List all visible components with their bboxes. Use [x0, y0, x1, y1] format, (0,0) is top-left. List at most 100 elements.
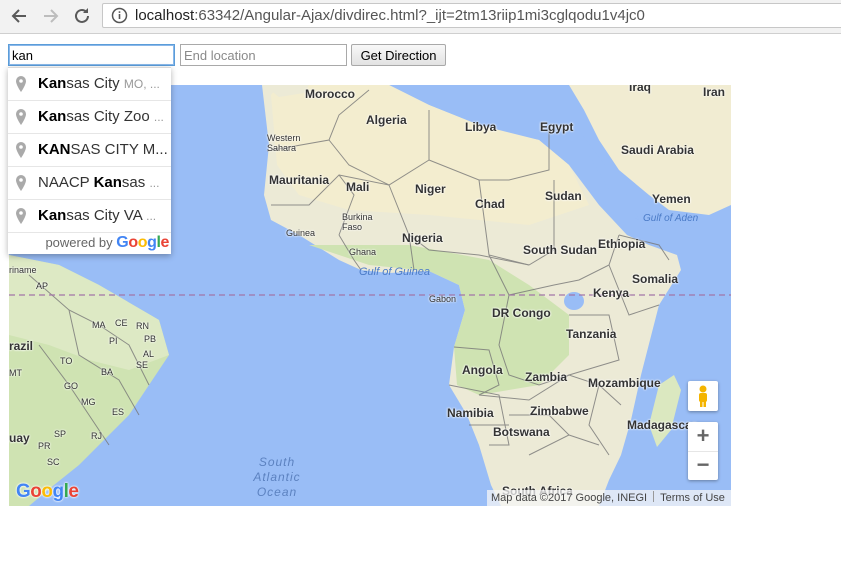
zoom-out-button[interactable]: −	[688, 451, 718, 480]
autocomplete-dropdown: Kansas City MO, ... Kansas City Zoo ... …	[8, 67, 171, 254]
url-text: localhost:63342/Angular-Ajax/divdirec.ht…	[135, 7, 645, 24]
url-host: localhost	[135, 7, 195, 24]
divider	[653, 491, 655, 502]
map-label: Chad	[475, 197, 505, 211]
autocomplete-item[interactable]: Kansas City Zoo ...	[8, 100, 171, 133]
map-label: Gulf of Aden	[643, 213, 699, 224]
map-label: Guinea	[286, 228, 316, 238]
map-pin-icon	[16, 175, 26, 191]
map-label: Morocco	[305, 87, 356, 101]
map-label: Iran	[703, 85, 726, 99]
map-label: uay	[9, 431, 30, 445]
map-label: Iraq	[629, 85, 652, 94]
autocomplete-item-text: Kansas City MO, ...	[38, 75, 160, 92]
map-label: PR	[38, 441, 51, 451]
map-label: Yemen	[652, 192, 691, 206]
map-label: Zambia	[525, 370, 568, 384]
map-label: Algeria	[366, 113, 407, 127]
item-secondary: ...	[146, 209, 157, 223]
map-label: Mauritania	[269, 173, 330, 187]
map-label: Madagascar	[627, 418, 697, 432]
item-rest: sas City VA	[66, 207, 142, 224]
map-label: MT	[9, 368, 22, 378]
map-label: ES	[112, 407, 125, 417]
autocomplete-item-text: Kansas City VA ...	[38, 207, 156, 224]
map-label: Zimbabwe	[530, 404, 589, 418]
map-label: Gabon	[429, 294, 457, 304]
info-icon[interactable]	[111, 7, 128, 24]
map-label: Niger	[415, 182, 446, 196]
reload-icon[interactable]	[71, 5, 93, 27]
map-label: Somalia	[632, 272, 679, 286]
map-attribution: Map data ©2017 Google, INEGI Terms of Use	[487, 490, 731, 506]
map-label: Kenya	[593, 286, 630, 300]
map-label: PI	[109, 336, 118, 346]
zoom-in-button[interactable]: +	[688, 422, 718, 452]
autocomplete-item[interactable]: Kansas City VA ...	[8, 199, 171, 232]
match-text: Kan	[38, 207, 67, 224]
map-label: SC	[47, 457, 60, 467]
match-text: KAN	[38, 141, 71, 158]
forward-arrow-icon[interactable]	[40, 5, 62, 27]
powered-by-google: powered by Google	[8, 232, 171, 254]
powered-by-text: powered by	[45, 235, 113, 250]
map-label: South Sudan	[523, 243, 597, 257]
map-label: Angola	[462, 363, 503, 377]
map-pin-icon	[16, 208, 26, 224]
map-pin-icon	[16, 76, 26, 92]
map-label: razil	[9, 339, 34, 353]
map-label: Sudan	[545, 189, 582, 203]
autocomplete-item[interactable]: NAACP Kansas ...	[8, 166, 171, 199]
map-data-text: Map data ©2017 Google, INEGI	[491, 492, 648, 504]
map-label: MG	[81, 397, 96, 407]
map-label: riname	[9, 265, 37, 275]
item-rest: sas	[121, 174, 146, 191]
ocean-label-line: Atlantic	[253, 470, 301, 484]
street-view-pegman-icon[interactable]	[688, 381, 718, 411]
item-rest: sas City Zoo	[66, 108, 150, 125]
item-secondary: ...	[149, 176, 160, 190]
end-location-input[interactable]	[180, 44, 347, 66]
item-secondary: MO, ...	[123, 77, 160, 91]
map-label: TO	[60, 356, 73, 366]
item-secondary: ...	[153, 110, 164, 124]
map-pin-icon	[16, 142, 26, 158]
ocean-label-line: Ocean	[256, 485, 298, 499]
item-rest: SAS CITY M...	[70, 141, 168, 158]
map-label: Namibia	[447, 406, 494, 420]
map-label: GO	[64, 381, 79, 391]
map-label: SP	[54, 429, 67, 439]
map-label: PB	[144, 334, 157, 344]
map-label: Ghana	[349, 247, 377, 257]
autocomplete-item-text: Kansas City Zoo ...	[38, 108, 164, 125]
address-bar[interactable]: localhost:63342/Angular-Ajax/divdirec.ht…	[102, 3, 841, 28]
item-prefix: NAACP	[38, 174, 94, 191]
back-arrow-icon[interactable]	[8, 5, 30, 27]
map-label: Mali	[346, 180, 370, 194]
map-label: Burkina Faso	[342, 212, 373, 232]
autocomplete-item[interactable]: KANSAS CITY M...	[8, 133, 171, 166]
google-logo: Google	[16, 481, 79, 502]
autocomplete-item-text: KANSAS CITY M...	[38, 141, 168, 158]
ocean-label-line: South	[258, 455, 296, 469]
map-label: SE	[136, 360, 149, 370]
item-rest: sas City	[66, 75, 120, 92]
start-location-input[interactable]	[8, 44, 175, 66]
map-label: Gulf of Guinea	[359, 266, 430, 278]
map-pin-icon	[16, 109, 26, 125]
google-logo: Google	[116, 234, 169, 251]
autocomplete-item-text: NAACP Kansas ...	[38, 174, 159, 191]
map-label: Saudi Arabia	[621, 143, 694, 157]
map-label: BA	[101, 367, 114, 377]
terms-of-use-link[interactable]: Terms of Use	[660, 492, 725, 504]
map-label: AL	[143, 349, 155, 359]
map-label: RN	[136, 321, 149, 331]
map-label: CE	[115, 318, 128, 328]
url-path: :63342/Angular-Ajax/divdirec.html?_ijt=2…	[194, 7, 645, 24]
map-label: Tanzania	[566, 327, 617, 341]
map-label: MA	[92, 320, 106, 330]
ocean-label: South Atlantic Ocean	[247, 455, 307, 500]
autocomplete-item[interactable]: Kansas City MO, ...	[8, 68, 171, 100]
map-label: AP	[36, 281, 49, 291]
get-direction-button[interactable]: Get Direction	[351, 44, 446, 66]
